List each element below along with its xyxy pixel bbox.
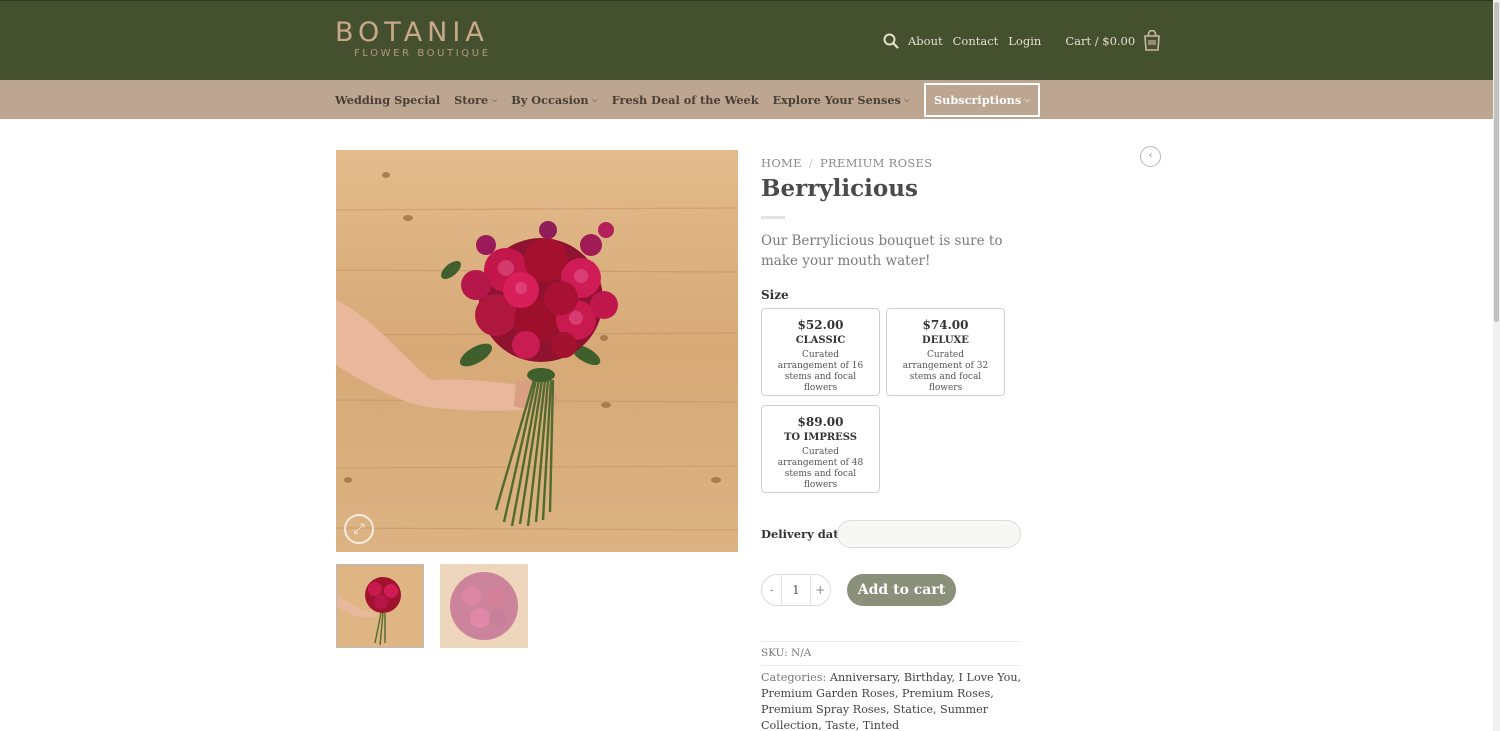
chevron-down-icon: ⌵	[591, 94, 598, 104]
header-nav: About Contact Login Cart / $0.00	[882, 29, 1161, 52]
nav-item-label: Store	[454, 92, 489, 107]
nav-store[interactable]: Store ⌵	[454, 93, 497, 107]
zoom-icon[interactable]: ⤢	[344, 514, 374, 544]
chevron-down-icon: ⌵	[491, 94, 498, 104]
search-icon[interactable]	[882, 32, 900, 50]
nav-fresh-deal[interactable]: Fresh Deal of the Week	[612, 93, 759, 107]
product-title: Berrylicious	[761, 175, 918, 202]
categories-label: Categories:	[761, 671, 827, 684]
product-categories: Categories: Anniversary, Birthday, I Lov…	[761, 670, 1023, 731]
title-divider	[761, 216, 785, 219]
size-detail: Curated arrangement of 32 stems and foca…	[902, 350, 989, 393]
size-name: CLASSIC	[795, 335, 846, 346]
product-main-image[interactable]: ⤢	[336, 150, 738, 552]
cart-link[interactable]: Cart / $0.00	[1065, 34, 1135, 48]
size-price: $74.00	[922, 318, 969, 332]
chevron-down-icon: ⌵	[1024, 94, 1031, 104]
size-label: Size	[761, 288, 789, 302]
site-header: BOTANIA FLOWER BOUTIQUE About Contact Lo…	[0, 0, 1500, 80]
back-arrow-icon[interactable]: ‹	[1140, 146, 1161, 167]
quantity-input[interactable]: 1	[781, 575, 811, 605]
nav-about-link[interactable]: About	[908, 34, 943, 48]
nav-item-label: Fresh Deal of the Week	[611, 92, 759, 107]
chevron-down-icon: ⌵	[903, 94, 910, 104]
delivery-date-input[interactable]	[837, 520, 1021, 548]
size-name: DELUXE	[922, 335, 969, 346]
nav-contact-link[interactable]: Contact	[953, 34, 999, 48]
quantity-decrease-button[interactable]: -	[762, 583, 781, 597]
quantity-increase-button[interactable]: +	[811, 583, 830, 597]
breadcrumb-category[interactable]: PREMIUM ROSES	[820, 156, 932, 170]
nav-login-link[interactable]: Login	[1008, 34, 1041, 48]
category-nav: Wedding Special Store ⌵ By Occasion ⌵ Fres…	[0, 80, 1500, 119]
shopping-bag-icon[interactable]	[1143, 29, 1161, 52]
brand-name: BOTANIA	[335, 17, 489, 48]
nav-wedding-special[interactable]: Wedding Special	[335, 93, 440, 107]
scrollbar-thumb[interactable]	[1494, 2, 1499, 322]
size-detail: Curated arrangement of 48 stems and foca…	[777, 447, 864, 490]
product-thumbnail[interactable]	[440, 564, 528, 648]
nav-item-label: Explore Your Senses	[772, 92, 901, 107]
breadcrumb-separator: /	[808, 156, 814, 170]
nav-by-occasion[interactable]: By Occasion ⌵	[511, 93, 597, 107]
size-name: TO IMPRESS	[783, 432, 858, 443]
size-option-deluxe[interactable]: $74.00 DELUXE Curated arrangement of 32 …	[886, 308, 1005, 396]
size-option-classic[interactable]: $52.00 CLASSIC Curated arrangement of 16…	[761, 308, 880, 396]
quantity-stepper: - 1 +	[761, 574, 831, 606]
breadcrumb: HOME / PREMIUM ROSES	[761, 156, 932, 170]
size-price: $52.00	[797, 318, 844, 332]
brand-logo[interactable]: BOTANIA FLOWER BOUTIQUE	[335, 17, 505, 65]
add-to-cart-button[interactable]: Add to cart	[847, 574, 956, 606]
nav-explore-senses[interactable]: Explore Your Senses ⌵	[773, 93, 910, 107]
nav-item-label: By Occasion	[511, 92, 589, 107]
product-sku: SKU: N/A	[761, 647, 812, 659]
brand-tagline: FLOWER BOUTIQUE	[354, 48, 491, 59]
size-detail: Curated arrangement of 16 stems and foca…	[777, 350, 864, 393]
nav-item-label: Wedding Special	[335, 92, 441, 107]
size-price: $89.00	[797, 415, 844, 429]
nav-item-label: Subscriptions	[933, 92, 1022, 107]
delivery-date-label: Delivery date	[761, 527, 846, 541]
meta-divider	[761, 665, 1021, 666]
size-option-to-impress[interactable]: $89.00 TO IMPRESS Curated arrangement of…	[761, 405, 880, 493]
nav-subscriptions[interactable]: Subscriptions ⌵	[923, 82, 1041, 117]
meta-divider	[761, 641, 1021, 642]
breadcrumb-home[interactable]: HOME	[761, 156, 802, 170]
product-description: Our Berrylicious bouquet is sure to make…	[761, 233, 1003, 269]
product-thumbnail[interactable]	[336, 564, 424, 648]
